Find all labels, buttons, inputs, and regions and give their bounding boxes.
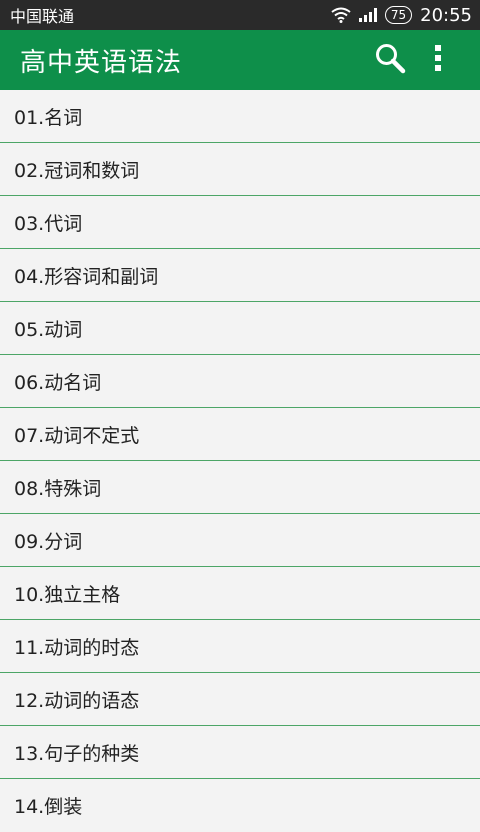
list-item-label: 09.分词 (14, 530, 83, 553)
list-item[interactable]: 13.句子的种类 (0, 726, 480, 779)
clock: 20:55 (420, 4, 472, 26)
list-item-label: 12.动词的语态 (14, 689, 140, 712)
app-bar: 高中英语语法 (0, 30, 480, 90)
list-item-label: 13.句子的种类 (14, 742, 140, 765)
list-item-label: 05.动词 (14, 318, 83, 341)
search-icon (374, 42, 406, 78)
search-button[interactable] (366, 36, 414, 84)
status-indicators: 75 20:55 (331, 5, 472, 26)
list-item[interactable]: 10.独立主格 (0, 567, 480, 620)
list-item[interactable]: 05.动词 (0, 302, 480, 355)
list-item-label: 06.动名词 (14, 371, 102, 394)
list-item[interactable]: 06.动名词 (0, 355, 480, 408)
list-item-label: 07.动词不定式 (14, 424, 140, 447)
list-item[interactable]: 11.动词的时态 (0, 620, 480, 673)
wifi-icon (331, 7, 351, 23)
list-item-label: 08.特殊词 (14, 477, 102, 500)
list-item[interactable]: 09.分词 (0, 514, 480, 567)
list-item-label: 14.倒装 (14, 796, 83, 818)
list-item[interactable]: 04.形容词和副词 (0, 249, 480, 302)
list-item-label: 01.名词 (14, 106, 83, 129)
list-item[interactable]: 02.冠词和数词 (0, 143, 480, 196)
list-item-label: 10.独立主格 (14, 583, 121, 606)
signal-icon (358, 8, 377, 22)
list-item[interactable]: 12.动词的语态 (0, 673, 480, 726)
list-item[interactable]: 03.代词 (0, 196, 480, 249)
list-item-label: 04.形容词和副词 (14, 265, 159, 288)
more-vert-icon (433, 44, 443, 76)
app-title: 高中英语语法 (20, 47, 183, 78)
grammar-topic-list: 01.名词 02.冠词和数词 03.代词 04.形容词和副词 05.动词 06.… (0, 90, 480, 832)
list-item-label: 11.动词的时态 (14, 636, 140, 659)
list-item[interactable]: 08.特殊词 (0, 461, 480, 514)
battery-indicator: 75 (384, 6, 413, 24)
carrier-name: 中国联通 (10, 7, 75, 26)
overflow-menu-button[interactable] (414, 36, 462, 84)
list-item-label: 03.代词 (14, 212, 83, 235)
list-item[interactable]: 07.动词不定式 (0, 408, 480, 461)
status-bar: 中国联通 75 20:55 (0, 0, 480, 30)
list-item[interactable]: 01.名词 (0, 90, 480, 143)
list-item-label: 02.冠词和数词 (14, 159, 140, 182)
list-item[interactable]: 14.倒装 (0, 779, 480, 832)
